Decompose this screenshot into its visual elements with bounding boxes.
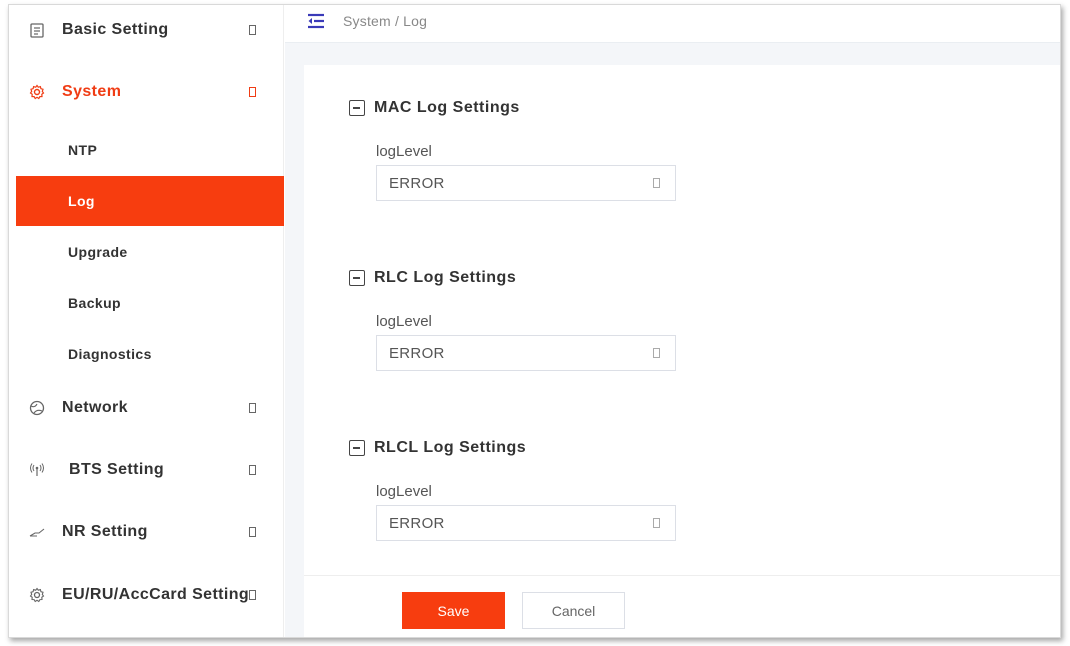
globe-icon xyxy=(28,399,46,417)
sidebar-subitem-label: NTP xyxy=(68,142,98,158)
section-title: RLC Log Settings xyxy=(374,269,517,286)
rlcl-log-level-select[interactable]: ERROR xyxy=(376,505,676,541)
chevron-down-icon xyxy=(249,527,256,537)
chevron-down-icon xyxy=(653,178,660,188)
field-label: logLevel xyxy=(376,313,432,330)
sidebar-item-label: Basic Setting xyxy=(62,21,169,38)
sidebar-item-bts-setting[interactable]: BTS Setting xyxy=(9,445,284,495)
gear-icon xyxy=(28,83,46,101)
sidebar-subitem-log[interactable]: Log xyxy=(16,176,284,226)
field-label: logLevel xyxy=(376,143,432,160)
section-title: MAC Log Settings xyxy=(374,99,520,116)
sidebar-item-eu-ru-acccard-setting[interactable]: EU/RU/AccCard Setting xyxy=(9,570,284,620)
document-icon xyxy=(28,21,46,39)
sidebar-subitem-backup[interactable]: Backup xyxy=(16,278,284,328)
menu-collapse-icon[interactable] xyxy=(307,13,325,29)
chevron-down-icon xyxy=(249,590,256,600)
sidebar-subitem-ntp[interactable]: NTP xyxy=(16,125,284,175)
mac-log-level-select[interactable]: ERROR xyxy=(376,165,676,201)
collapse-section-icon[interactable] xyxy=(349,100,365,116)
sidebar: Basic Setting System NTP Log Upgrade Bac… xyxy=(9,5,284,637)
chevron-down-icon xyxy=(249,465,256,475)
sidebar-subitem-label: Log xyxy=(68,193,95,209)
chevron-down-icon xyxy=(249,403,256,413)
sidebar-item-network[interactable]: Network xyxy=(9,383,284,433)
sidebar-item-label: NR Setting xyxy=(62,523,148,540)
signal-icon xyxy=(28,523,46,541)
sidebar-item-label: BTS Setting xyxy=(69,461,165,478)
breadcrumb: System / Log xyxy=(343,13,428,29)
select-value: ERROR xyxy=(389,345,445,362)
section-rlc-log-settings: RLC Log Settings xyxy=(349,269,516,287)
rlc-log-level-select[interactable]: ERROR xyxy=(376,335,676,371)
section-title: RLCL Log Settings xyxy=(374,439,527,456)
section-mac-log-settings: MAC Log Settings xyxy=(349,99,520,117)
sidebar-item-system[interactable]: System xyxy=(9,67,284,117)
chevron-down-icon xyxy=(653,518,660,528)
sidebar-subitem-label: Upgrade xyxy=(68,244,128,260)
sidebar-item-nr-setting[interactable]: NR Setting xyxy=(9,507,284,557)
save-button[interactable]: Save xyxy=(402,592,505,629)
sidebar-item-basic-setting[interactable]: Basic Setting xyxy=(9,5,284,55)
cancel-button[interactable]: Cancel xyxy=(522,592,625,629)
section-rlcl-log-settings: RLCL Log Settings xyxy=(349,439,526,457)
app-window: Basic Setting System NTP Log Upgrade Bac… xyxy=(8,4,1061,638)
select-value: ERROR xyxy=(389,515,445,532)
sidebar-item-label: EU/RU/AccCard Setting xyxy=(62,586,250,603)
sidebar-subitem-upgrade[interactable]: Upgrade xyxy=(16,227,284,277)
log-settings-panel: MAC Log Settings logLevel ERROR RLC Log … xyxy=(304,65,1060,575)
sidebar-item-label: System xyxy=(62,83,122,100)
sidebar-subitem-label: Diagnostics xyxy=(68,346,152,362)
chevron-down-icon xyxy=(653,348,660,358)
antenna-icon xyxy=(28,461,46,479)
chevron-down-icon xyxy=(249,25,256,35)
collapse-section-icon[interactable] xyxy=(349,440,365,456)
gear-icon xyxy=(28,586,46,604)
field-label: logLevel xyxy=(376,483,432,500)
sidebar-subitem-diagnostics[interactable]: Diagnostics xyxy=(16,329,284,379)
sidebar-subitem-label: Backup xyxy=(68,295,121,311)
select-value: ERROR xyxy=(389,175,445,192)
top-bar: System / Log xyxy=(285,5,1060,43)
form-footer: Save Cancel xyxy=(304,575,1060,637)
sidebar-item-label: Network xyxy=(62,399,128,416)
collapse-section-icon[interactable] xyxy=(349,270,365,286)
chevron-up-icon xyxy=(249,87,256,97)
